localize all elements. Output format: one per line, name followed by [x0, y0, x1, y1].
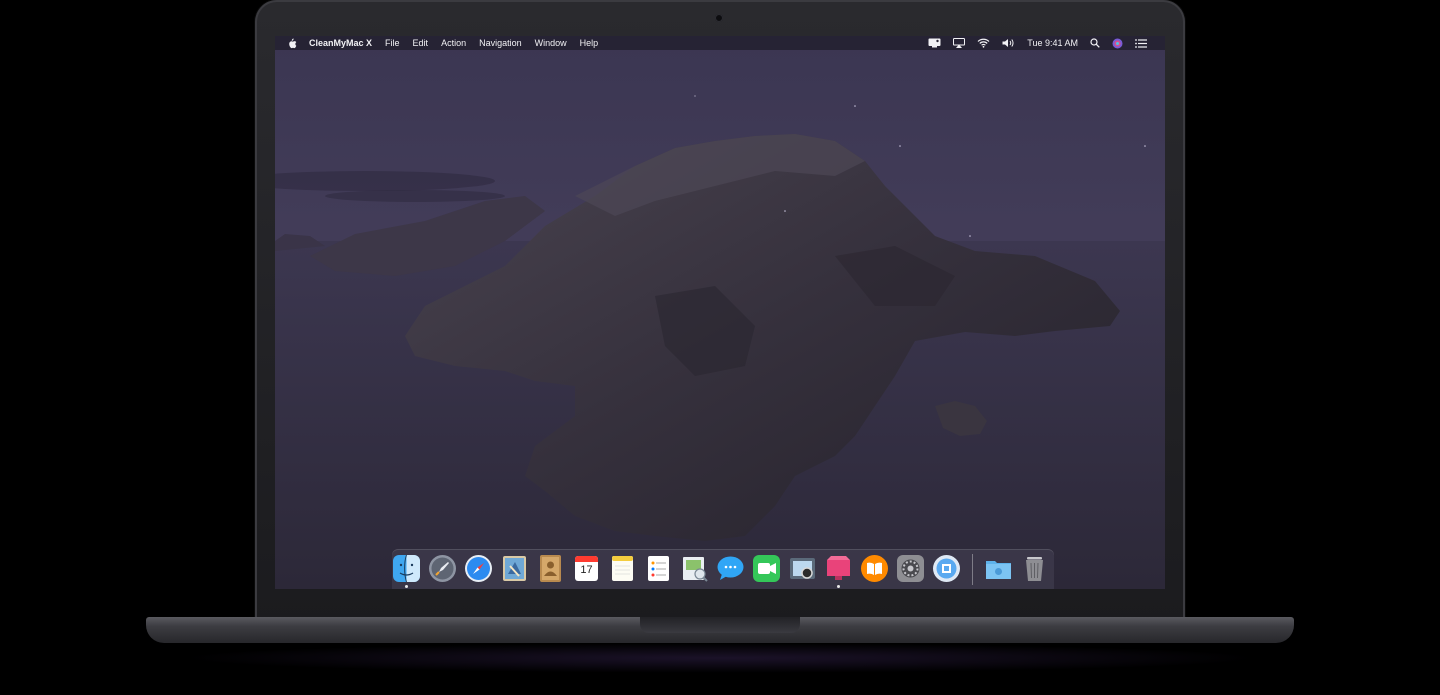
notification-center-icon[interactable] [1135, 36, 1147, 50]
menu-help[interactable]: Help [580, 38, 599, 48]
safari-icon[interactable] [464, 554, 493, 583]
menu-window[interactable]: Window [535, 38, 567, 48]
trash-icon[interactable] [1020, 554, 1049, 583]
books-icon[interactable] [860, 554, 889, 583]
system-preferences-icon[interactable] [896, 554, 925, 583]
calendar-day-label: 17 [580, 564, 593, 576]
dock: 17 [392, 549, 1054, 589]
apple-logo-icon[interactable] [287, 38, 297, 49]
preview-icon[interactable] [680, 554, 709, 583]
camera-icon [715, 14, 723, 22]
mail-icon[interactable] [500, 554, 529, 583]
facetime-icon[interactable] [752, 554, 781, 583]
menu-bar-right: Tue 9:41 AM [928, 36, 1147, 50]
photo-booth-icon[interactable] [788, 554, 817, 583]
launchpad-icon[interactable] [428, 554, 457, 583]
reminders-icon[interactable] [644, 554, 673, 583]
calendar-icon[interactable]: 17 [572, 554, 601, 583]
menu-app-name[interactable]: CleanMyMac X [309, 38, 372, 48]
airplay-icon[interactable] [953, 36, 966, 50]
menu-edit[interactable]: Edit [413, 38, 429, 48]
dock-separator [972, 554, 973, 585]
laptop-notch [640, 617, 800, 633]
volume-icon[interactable] [1002, 36, 1015, 50]
menu-clock[interactable]: Tue 9:41 AM [1027, 38, 1078, 48]
contacts-icon[interactable] [536, 554, 565, 583]
cleanmymac-icon[interactable] [824, 554, 853, 588]
menu-file[interactable]: File [385, 38, 400, 48]
spotlight-search-icon[interactable] [1090, 36, 1100, 50]
menu-navigation[interactable]: Navigation [479, 38, 522, 48]
laptop-shadow [180, 643, 1260, 673]
cleanmymac-menu-icon[interactable] [928, 36, 941, 50]
running-indicator [837, 585, 840, 588]
siri-icon[interactable] [1112, 36, 1123, 50]
messages-icon[interactable] [716, 554, 745, 583]
menu-bar: CleanMyMac X File Edit Action Navigation… [275, 36, 1165, 50]
menu-action[interactable]: Action [441, 38, 466, 48]
running-indicator [405, 585, 408, 588]
desktop-wallpaper[interactable] [275, 36, 1165, 589]
downloads-folder-icon[interactable] [984, 554, 1013, 583]
wifi-icon[interactable] [977, 36, 990, 50]
screen: CleanMyMac X File Edit Action Navigation… [275, 36, 1165, 589]
app-store-icon[interactable] [932, 554, 961, 583]
menu-bar-left: CleanMyMac X File Edit Action Navigation… [275, 38, 611, 49]
notes-icon[interactable] [608, 554, 637, 583]
finder-icon[interactable] [392, 554, 421, 588]
